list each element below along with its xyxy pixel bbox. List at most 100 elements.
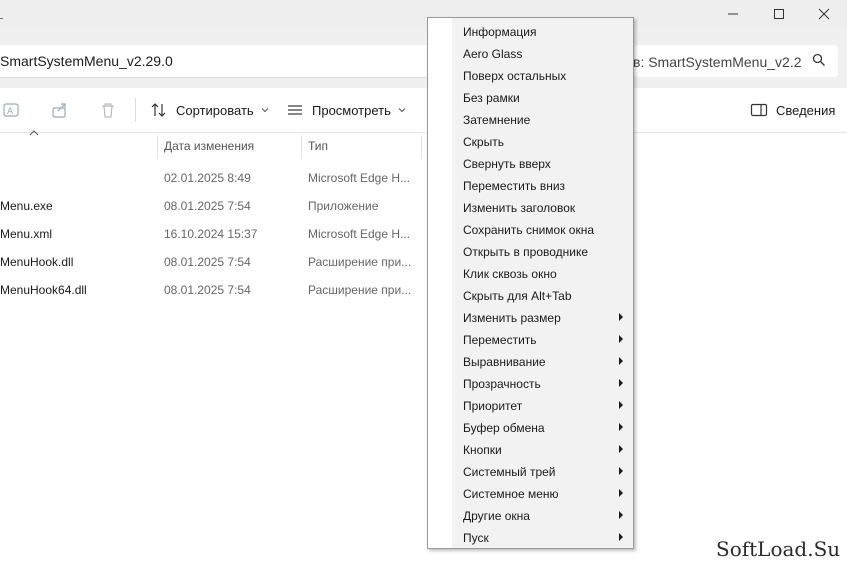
- menu-item-label: Скрыть: [463, 135, 504, 149]
- search-icon[interactable]: [812, 53, 826, 67]
- details-button[interactable]: Сведения: [750, 88, 835, 132]
- chevron-down-icon: [261, 108, 269, 113]
- file-name: Menu.xml: [0, 227, 53, 241]
- menu-item[interactable]: Скрыть: [428, 130, 633, 152]
- menu-item[interactable]: Без рамки: [428, 86, 633, 108]
- submenu-arrow-icon: [619, 401, 623, 409]
- file-date: 08.01.2025 7:54: [164, 255, 251, 269]
- table-row[interactable]: 02.01.2025 8:49 Microsoft Edge H...: [0, 163, 430, 191]
- minimize-button[interactable]: [710, 0, 756, 28]
- menu-item-label: Прозрачность: [463, 377, 541, 391]
- details-label: Сведения: [776, 102, 836, 118]
- menu-item-label: Сохранить снимок окна: [463, 223, 595, 237]
- sort-arrows-icon: [151, 103, 166, 117]
- file-name: Menu.exe: [0, 199, 53, 213]
- command-bar: A Сортировать Просмотреть Сведения: [0, 88, 847, 133]
- submenu-arrow-icon: [619, 533, 623, 541]
- details-pane-icon: [750, 103, 768, 117]
- menu-item[interactable]: Выравнивание: [428, 350, 633, 372]
- sort-button[interactable]: Сортировать: [150, 88, 270, 132]
- menu-list: Информация Aero Glass Поверх остальных Без …: [428, 20, 633, 548]
- file-date: 08.01.2025 7:54: [164, 283, 251, 297]
- menu-item[interactable]: Скрыть для Alt+Tab: [428, 284, 633, 306]
- menu-item-label: Свернуть вверх: [463, 157, 551, 171]
- submenu-arrow-icon: [619, 357, 623, 365]
- menu-item-label: Буфер обмена: [463, 421, 545, 435]
- menu-item-label: Приоритет: [463, 399, 523, 413]
- menu-item[interactable]: Информация: [428, 20, 633, 42]
- menu-item[interactable]: Буфер обмена: [428, 416, 633, 438]
- menu-item-label: Изменить размер: [463, 311, 561, 325]
- submenu-arrow-icon: [619, 379, 623, 387]
- menu-item[interactable]: Переместить: [428, 328, 633, 350]
- menu-item-label: Клик сквозь окно: [463, 267, 557, 281]
- menu-item[interactable]: Затемнение: [428, 108, 633, 130]
- minimize-icon: [728, 13, 738, 15]
- menu-item[interactable]: Изменить заголовок: [428, 196, 633, 218]
- svg-text:A: A: [7, 107, 14, 117]
- menu-item[interactable]: Другие окна: [428, 504, 633, 526]
- maximize-button[interactable]: [756, 0, 802, 28]
- table-row[interactable]: Menu.xml 16.10.2024 15:37 Microsoft Edge…: [0, 219, 430, 247]
- chevron-down-icon: [398, 108, 406, 113]
- share-icon: [52, 103, 66, 118]
- delete-button[interactable]: [98, 88, 118, 132]
- menu-item[interactable]: Приоритет: [428, 394, 633, 416]
- menu-item-label: Без рамки: [463, 91, 520, 105]
- file-type: Расширение при...: [308, 283, 412, 297]
- title-bar-edge: [0, 18, 3, 19]
- file-date: 16.10.2024 15:37: [164, 227, 258, 241]
- share-button[interactable]: [50, 88, 70, 132]
- close-button[interactable]: [801, 0, 847, 28]
- menu-item-label: Изменить заголовок: [463, 201, 576, 215]
- submenu-arrow-icon: [619, 489, 623, 497]
- sort-label: Сортировать: [176, 102, 254, 118]
- submenu-arrow-icon: [619, 467, 623, 475]
- menu-item-label: Другие окна: [463, 509, 530, 523]
- menu-item[interactable]: Aero Glass: [428, 42, 633, 64]
- table-row[interactable]: Menu.exe 08.01.2025 7:54 Приложение: [0, 191, 430, 219]
- menu-item[interactable]: Сохранить снимок окна: [428, 218, 633, 240]
- menu-item[interactable]: Открыть в проводнике: [428, 240, 633, 262]
- column-header-type[interactable]: Тип: [308, 133, 328, 159]
- menu-item[interactable]: Переместить вниз: [428, 174, 633, 196]
- column-separator[interactable]: [421, 135, 422, 159]
- menu-item[interactable]: Свернуть вверх: [428, 152, 633, 174]
- menu-item-label: Системный трей: [463, 465, 556, 479]
- column-header-date[interactable]: Дата изменения: [164, 133, 254, 159]
- trash-icon: [102, 103, 114, 118]
- file-type: Расширение при...: [308, 255, 412, 269]
- file-date: 02.01.2025 8:49: [164, 171, 251, 185]
- menu-item[interactable]: Кнопки: [428, 438, 633, 460]
- menu-item-label: Открыть в проводнике: [463, 245, 589, 259]
- file-type: Приложение: [308, 199, 379, 213]
- menu-item[interactable]: Прозрачность: [428, 372, 633, 394]
- sort-indicator-icon: [29, 130, 39, 136]
- maximize-icon: [774, 9, 784, 19]
- menu-item[interactable]: Изменить размер: [428, 306, 633, 328]
- column-separator[interactable]: [301, 135, 302, 159]
- context-menu: Информация Aero Glass Поверх остальных Без …: [427, 17, 634, 549]
- menu-item[interactable]: Поверх остальных: [428, 64, 633, 86]
- menu-item[interactable]: Системное меню: [428, 482, 633, 504]
- menu-item[interactable]: Системный трей: [428, 460, 633, 482]
- menu-item[interactable]: Клик сквозь окно: [428, 262, 633, 284]
- title-bar: [0, 0, 847, 28]
- toolbar-separator: [135, 98, 136, 122]
- menu-item[interactable]: Пуск: [428, 526, 633, 548]
- table-row[interactable]: MenuHook64.dll 08.01.2025 7:54 Расширени…: [0, 275, 430, 303]
- file-date: 08.01.2025 7:54: [164, 199, 251, 213]
- submenu-arrow-icon: [619, 511, 623, 519]
- address-path: SmartSystemMenu_v2.29.0: [0, 53, 173, 69]
- menu-item-label: Поверх остальных: [463, 69, 567, 83]
- menu-item-label: Пуск: [463, 531, 489, 545]
- search-box[interactable]: в: SmartSystemMenu_v2.2: [633, 45, 838, 77]
- column-separator[interactable]: [157, 135, 158, 159]
- submenu-arrow-icon: [619, 335, 623, 343]
- submenu-arrow-icon: [619, 423, 623, 431]
- menu-item-label: Системное меню: [463, 487, 559, 501]
- table-row[interactable]: MenuHook.dll 08.01.2025 7:54 Расширение …: [0, 247, 430, 275]
- rename-icon: A: [3, 103, 19, 117]
- rename-button[interactable]: A: [2, 88, 22, 132]
- view-button[interactable]: Просмотреть: [286, 88, 407, 132]
